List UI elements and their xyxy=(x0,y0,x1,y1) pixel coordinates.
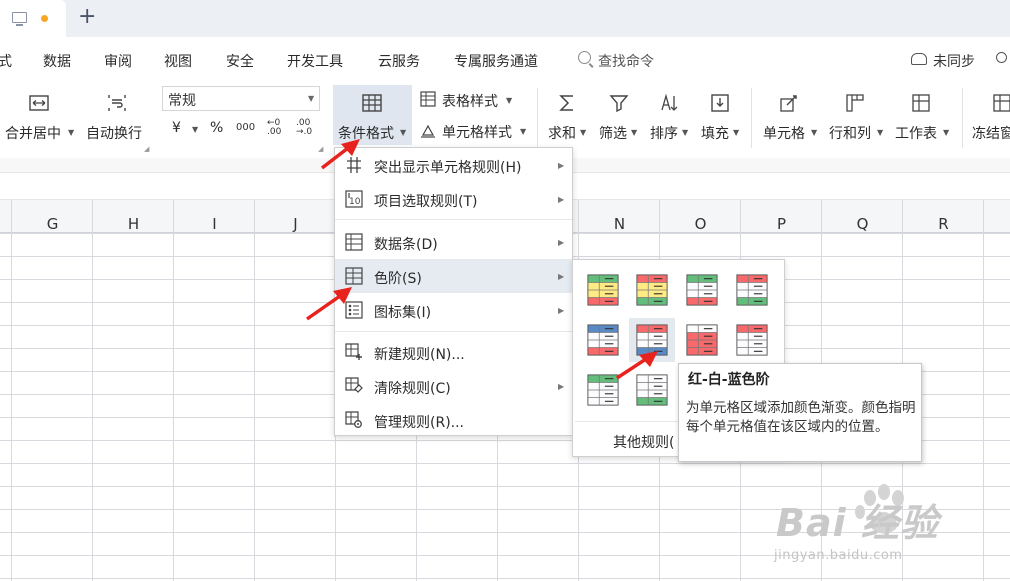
arrow-cond-format xyxy=(320,139,360,170)
arrow-colorscale xyxy=(305,287,352,321)
arrow-swatch xyxy=(616,351,658,380)
watermark-text: Bai 经验 xyxy=(776,501,939,545)
watermark-url: jingyan.baidu.com xyxy=(774,548,903,563)
